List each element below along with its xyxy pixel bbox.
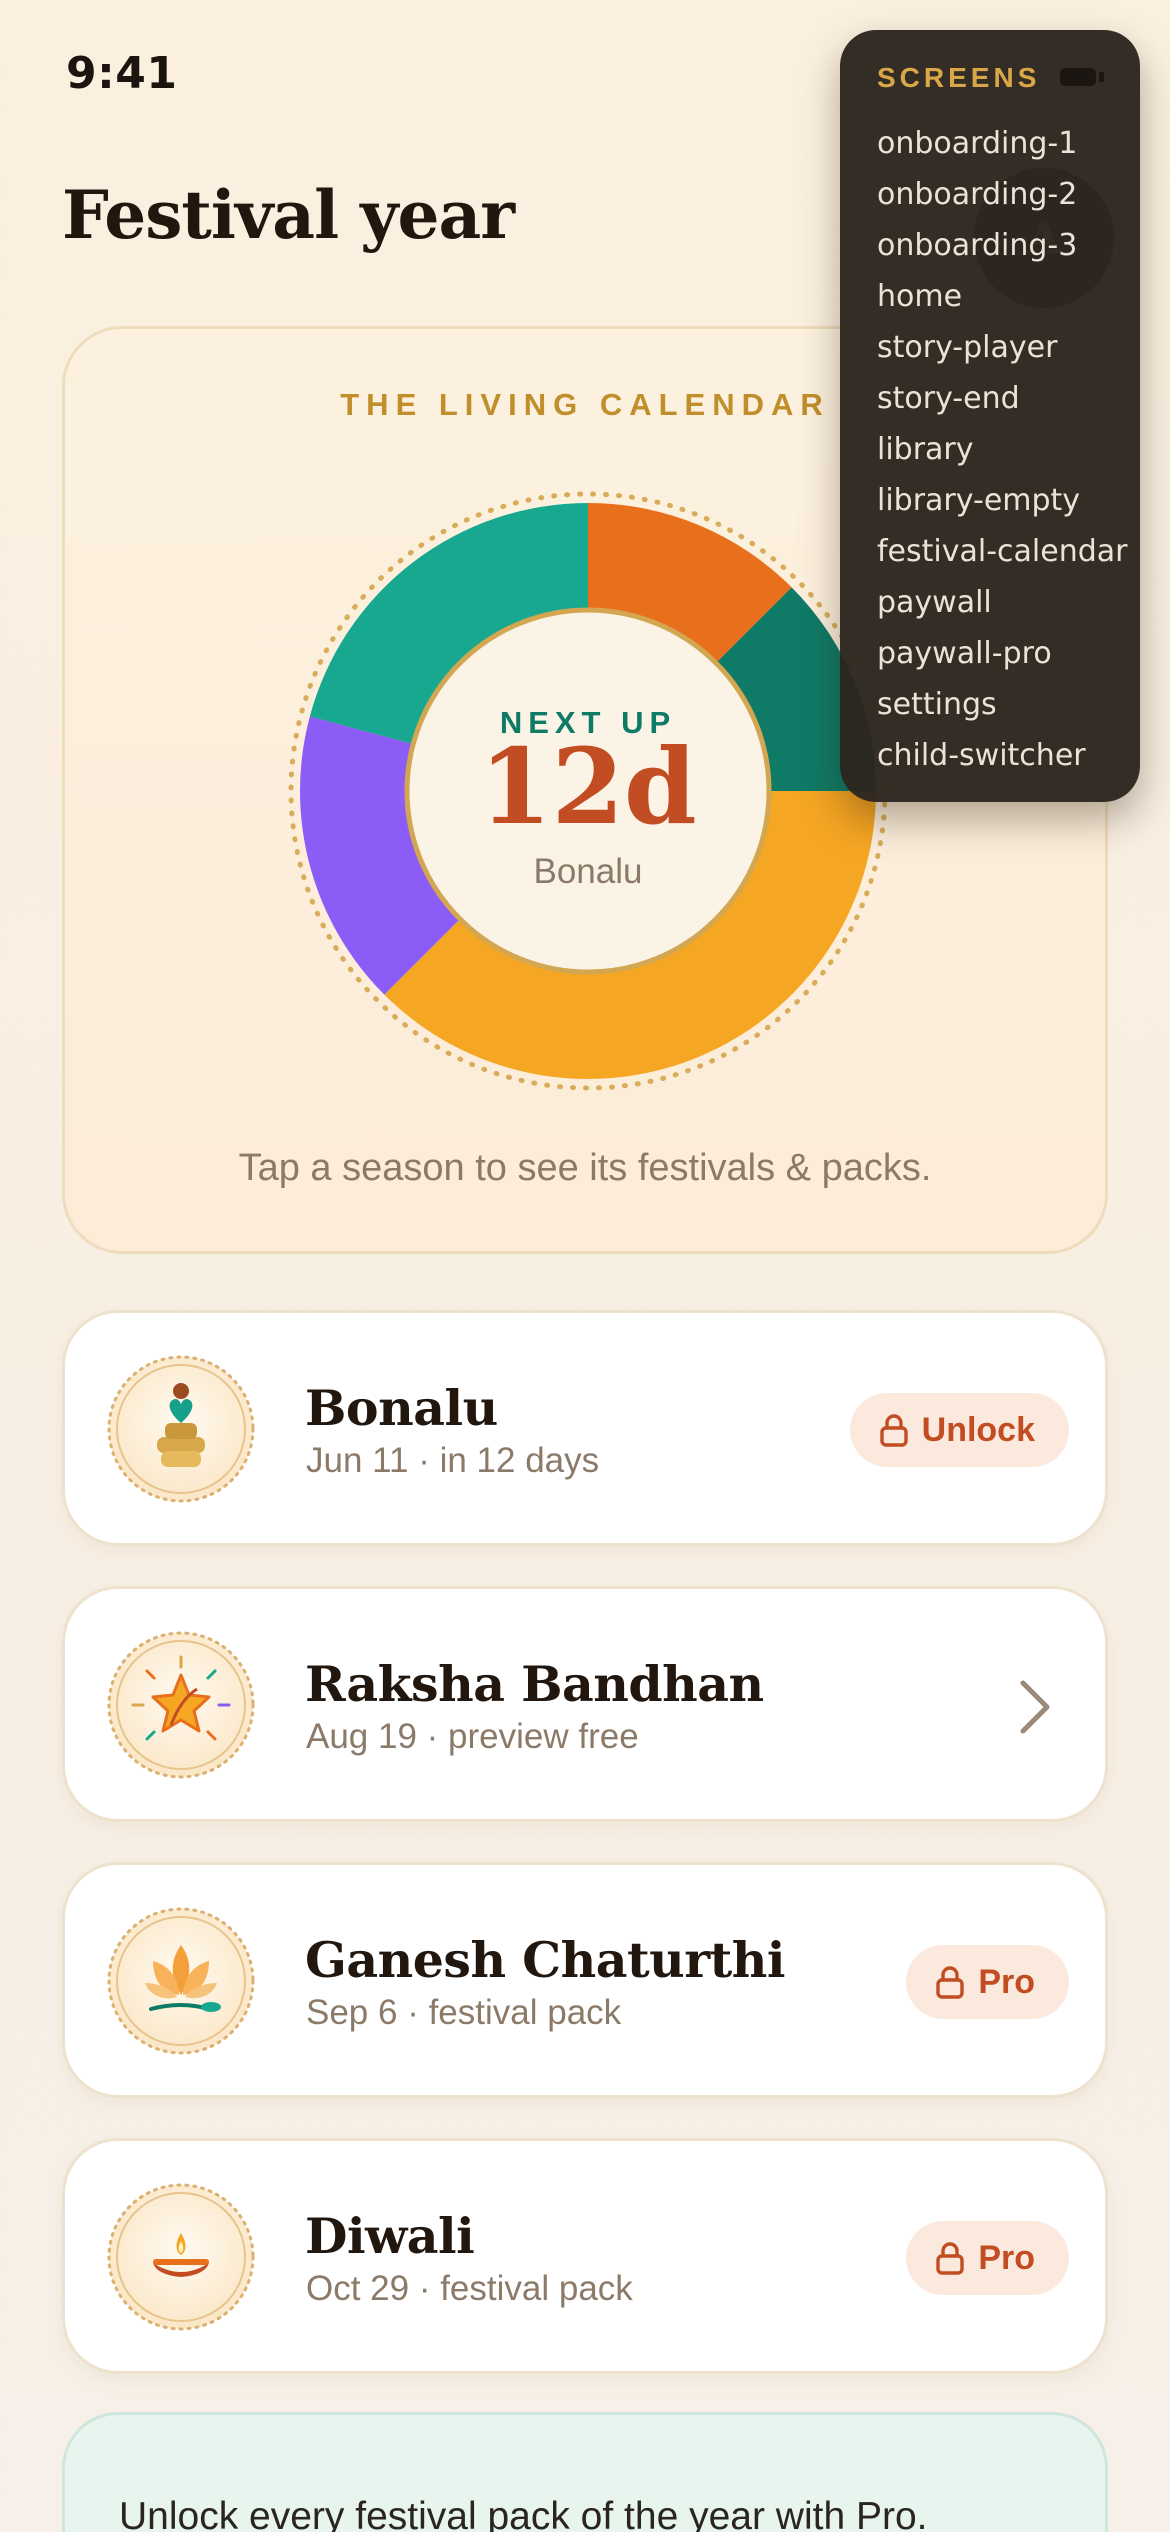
pro-button[interactable]: Pro [906, 2221, 1069, 2295]
festival-card-raksha-bandhan[interactable]: Raksha Bandhan Aug 19 · preview free [62, 1586, 1108, 1822]
unlock-button[interactable]: Unlock [849, 1393, 1069, 1467]
screen-link[interactable]: onboarding-3 [877, 220, 1128, 271]
next-festival-name: Bonalu [534, 852, 643, 891]
festival-date: Sep 6 · festival pack [306, 1993, 622, 2032]
festival-date: Aug 19 · preview free [306, 1717, 639, 1756]
festival-date: Jun 11 · in 12 days [306, 1441, 600, 1480]
screen-link[interactable]: story-end [877, 373, 1128, 424]
status-bar-time: 9:41 [66, 48, 178, 99]
chevron-right-icon[interactable] [1017, 1677, 1053, 1737]
screens-menu-title: SCREENS [877, 62, 1041, 93]
festival-name: Raksha Bandhan [305, 1655, 764, 1713]
screens-debug-menu: SCREENS onboarding-1 onboarding-2 onboar… [840, 30, 1140, 802]
rakhi-star-icon [107, 1631, 255, 1779]
lock-icon [879, 1414, 908, 1447]
screens-list: onboarding-1 onboarding-2 onboarding-3 h… [877, 118, 1128, 781]
festival-card-ganesh-chaturthi[interactable]: Ganesh Chaturthi Sep 6 · festival pack P… [62, 1862, 1108, 2098]
screen-link[interactable]: festival-calendar [877, 526, 1128, 577]
pro-upsell-banner[interactable]: Unlock every festival pack of the year w… [62, 2412, 1108, 2532]
page-title: Festival year [62, 176, 515, 254]
lock-icon [936, 1966, 965, 1999]
season-wheel: NEXT UP 12d Bonalu [288, 491, 888, 1091]
screen-link[interactable]: onboarding-1 [877, 118, 1128, 169]
screen-link[interactable]: story-player [877, 322, 1128, 373]
pro-label: Pro [978, 2238, 1035, 2277]
screen-link[interactable]: library-empty [877, 475, 1128, 526]
lock-icon [936, 2242, 965, 2275]
diya-lamp-icon [107, 2183, 255, 2331]
pro-upsell-text: Unlock every festival pack of the year w… [119, 2495, 928, 2532]
screen-link[interactable]: onboarding-2 [877, 169, 1128, 220]
bonalu-pot-icon [107, 1355, 255, 1503]
collapse-toggle-icon[interactable] [1060, 68, 1104, 86]
festival-card-bonalu[interactable]: Bonalu Jun 11 · in 12 days Unlock [62, 1310, 1108, 1546]
screen-link[interactable]: settings [877, 679, 1128, 730]
festival-name: Diwali [305, 2207, 475, 2265]
screen-link[interactable]: home [877, 271, 1128, 322]
screen-link[interactable]: library [877, 424, 1128, 475]
lotus-icon [107, 1907, 255, 2055]
calendar-hint: Tap a season to see its festivals & pack… [238, 1147, 932, 1189]
countdown-value: 12d [479, 725, 696, 848]
screen-link[interactable]: paywall-pro [877, 628, 1128, 679]
screen-link[interactable]: paywall [877, 577, 1128, 628]
festival-name: Ganesh Chaturthi [305, 1931, 786, 1989]
festival-name: Bonalu [305, 1379, 498, 1437]
pro-button[interactable]: Pro [906, 1945, 1069, 2019]
festival-date: Oct 29 · festival pack [306, 2269, 633, 2308]
pro-label: Pro [978, 1962, 1035, 2001]
screen-link[interactable]: child-switcher [877, 730, 1128, 781]
festival-card-diwali[interactable]: Diwali Oct 29 · festival pack Pro [62, 2138, 1108, 2374]
unlock-label: Unlock [921, 1410, 1035, 1449]
